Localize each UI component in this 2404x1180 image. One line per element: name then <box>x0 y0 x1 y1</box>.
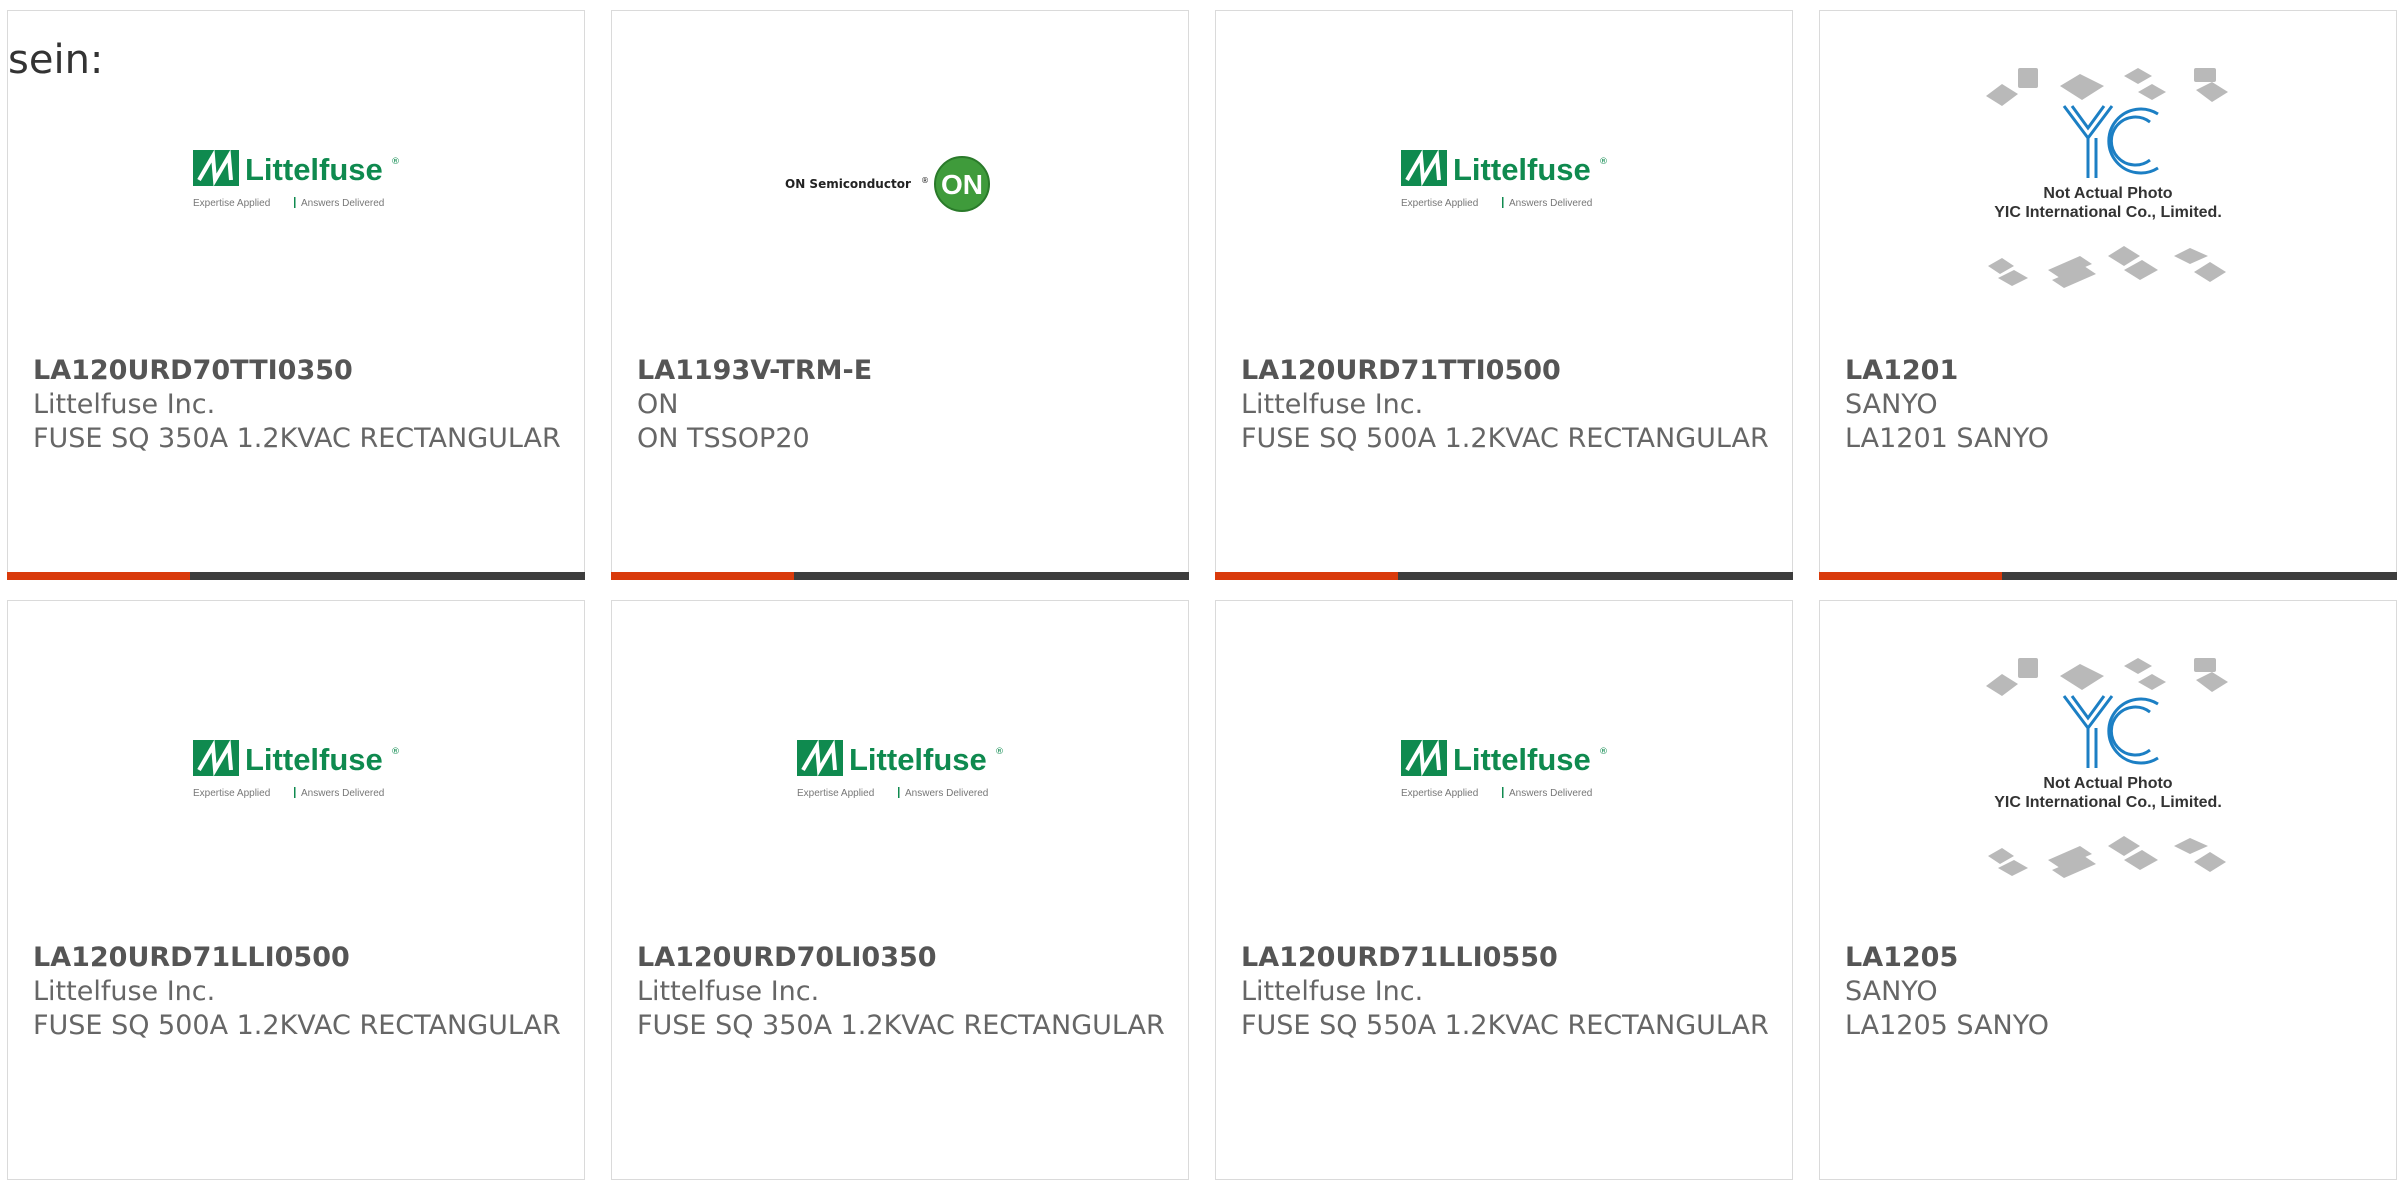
part-number[interactable]: LA1201 <box>1845 354 2376 388</box>
description: FUSE SQ 350A 1.2KVAC RECTANGULAR <box>637 1010 1165 1041</box>
svg-text:Littelfuse: Littelfuse <box>245 152 383 187</box>
part-number[interactable]: LA120URD71LLI0500 <box>33 941 564 975</box>
product-card[interactable]: Littelfuse ® Expertise Applied Answers D… <box>611 600 1189 1180</box>
svg-text:Not Actual Photo: Not Actual Photo <box>2043 185 2172 202</box>
card-accent-bar <box>1819 572 2002 580</box>
card-bottom-bar <box>611 572 1189 580</box>
svg-text:Answers Delivered: Answers Delivered <box>905 788 988 799</box>
description: FUSE SQ 350A 1.2KVAC RECTANGULAR <box>33 423 561 454</box>
svg-text:®: ® <box>391 157 400 167</box>
on-semiconductor-logo: ON Semiconductor ® ON <box>612 11 1188 351</box>
svg-text:®: ® <box>921 176 929 185</box>
svg-text:Expertise Applied: Expertise Applied <box>1401 198 1478 209</box>
part-number[interactable]: LA120URD70TTI0350 <box>33 354 564 388</box>
manufacturer: Littelfuse Inc. <box>1241 976 1424 1007</box>
svg-text:Littelfuse: Littelfuse <box>849 742 987 777</box>
product-card[interactable]: Littelfuse ® Expertise Applied Answers D… <box>1215 600 1793 1180</box>
manufacturer: SANYO <box>1845 976 1938 1007</box>
littelfuse-logo: Littelfuse ® Expertise Applied Answers D… <box>8 601 584 941</box>
manufacturer: Littelfuse Inc. <box>637 976 820 1007</box>
product-card[interactable]: Littelfuse ® Expertise Applied Answers D… <box>7 10 585 580</box>
description: FUSE SQ 500A 1.2KVAC RECTANGULAR <box>33 1010 561 1041</box>
svg-text:®: ® <box>391 747 400 757</box>
part-number[interactable]: LA120URD70LI0350 <box>637 941 1168 975</box>
svg-text:YIC International Co., Limited: YIC International Co., Limited. <box>1994 204 2222 221</box>
part-number[interactable]: LA120URD71TTI0500 <box>1241 354 1772 388</box>
yic-placeholder-image: Not Actual Photo YIC International Co., … <box>1820 11 2396 351</box>
svg-text:Littelfuse: Littelfuse <box>245 742 383 777</box>
card-accent-bar <box>7 572 190 580</box>
svg-text:®: ® <box>1599 747 1608 757</box>
svg-text:®: ® <box>1599 157 1608 167</box>
description: LA1201 SANYO <box>1845 423 2050 454</box>
svg-text:Expertise Applied: Expertise Applied <box>193 198 270 209</box>
description: FUSE SQ 550A 1.2KVAC RECTANGULAR <box>1241 1010 1769 1041</box>
svg-text:Answers Delivered: Answers Delivered <box>301 198 384 209</box>
svg-text:Expertise Applied: Expertise Applied <box>193 788 270 799</box>
product-card[interactable]: Littelfuse ® Expertise Applied Answers D… <box>1215 10 1793 580</box>
svg-text:Littelfuse: Littelfuse <box>1453 742 1591 777</box>
manufacturer: Littelfuse Inc. <box>33 976 216 1007</box>
card-bottom-bar <box>1819 572 2397 580</box>
svg-text:YIC International Co., Limited: YIC International Co., Limited. <box>1994 794 2222 811</box>
svg-text:®: ® <box>995 747 1004 757</box>
yic-placeholder-image: Not Actual Photo YIC International Co., … <box>1820 601 2396 941</box>
card-bottom-bar <box>1215 572 1793 580</box>
description: LA1205 SANYO <box>1845 1010 2050 1041</box>
product-card[interactable]: Not Actual Photo YIC International Co., … <box>1819 600 2397 1180</box>
svg-text:ON: ON <box>941 169 983 200</box>
card-accent-bar <box>1215 572 1398 580</box>
littelfuse-logo: Littelfuse ® Expertise Applied Answers D… <box>1216 11 1792 351</box>
svg-text:Expertise Applied: Expertise Applied <box>797 788 874 799</box>
littelfuse-logo: Littelfuse ® Expertise Applied Answers D… <box>612 601 1188 941</box>
manufacturer: Littelfuse Inc. <box>33 389 216 420</box>
card-accent-bar <box>611 572 794 580</box>
manufacturer: Littelfuse Inc. <box>1241 389 1424 420</box>
svg-text:Answers Delivered: Answers Delivered <box>1509 198 1592 209</box>
littelfuse-logo: Littelfuse ® Expertise Applied Answers D… <box>1216 601 1792 941</box>
product-card[interactable]: ON Semiconductor ® ON LA1193V-TRM-E ON O… <box>611 10 1189 580</box>
svg-text:Littelfuse: Littelfuse <box>1453 152 1591 187</box>
svg-text:Answers Delivered: Answers Delivered <box>301 788 384 799</box>
svg-text:Answers Delivered: Answers Delivered <box>1509 788 1592 799</box>
part-number[interactable]: LA1205 <box>1845 941 2376 975</box>
intro-text: sein: <box>8 37 104 83</box>
part-number[interactable]: LA1193V-TRM-E <box>637 354 1168 388</box>
svg-text:Not Actual Photo: Not Actual Photo <box>2043 775 2172 792</box>
product-card[interactable]: Not Actual Photo YIC International Co., … <box>1819 10 2397 580</box>
manufacturer: ON <box>637 389 679 420</box>
description: ON TSSOP20 <box>637 423 810 454</box>
svg-text:Expertise Applied: Expertise Applied <box>1401 788 1478 799</box>
part-number[interactable]: LA120URD71LLI0550 <box>1241 941 1772 975</box>
svg-text:ON Semiconductor: ON Semiconductor <box>785 177 911 191</box>
description: FUSE SQ 500A 1.2KVAC RECTANGULAR <box>1241 423 1769 454</box>
card-bottom-bar <box>7 572 585 580</box>
manufacturer: SANYO <box>1845 389 1938 420</box>
product-card[interactable]: Littelfuse ® Expertise Applied Answers D… <box>7 600 585 1180</box>
